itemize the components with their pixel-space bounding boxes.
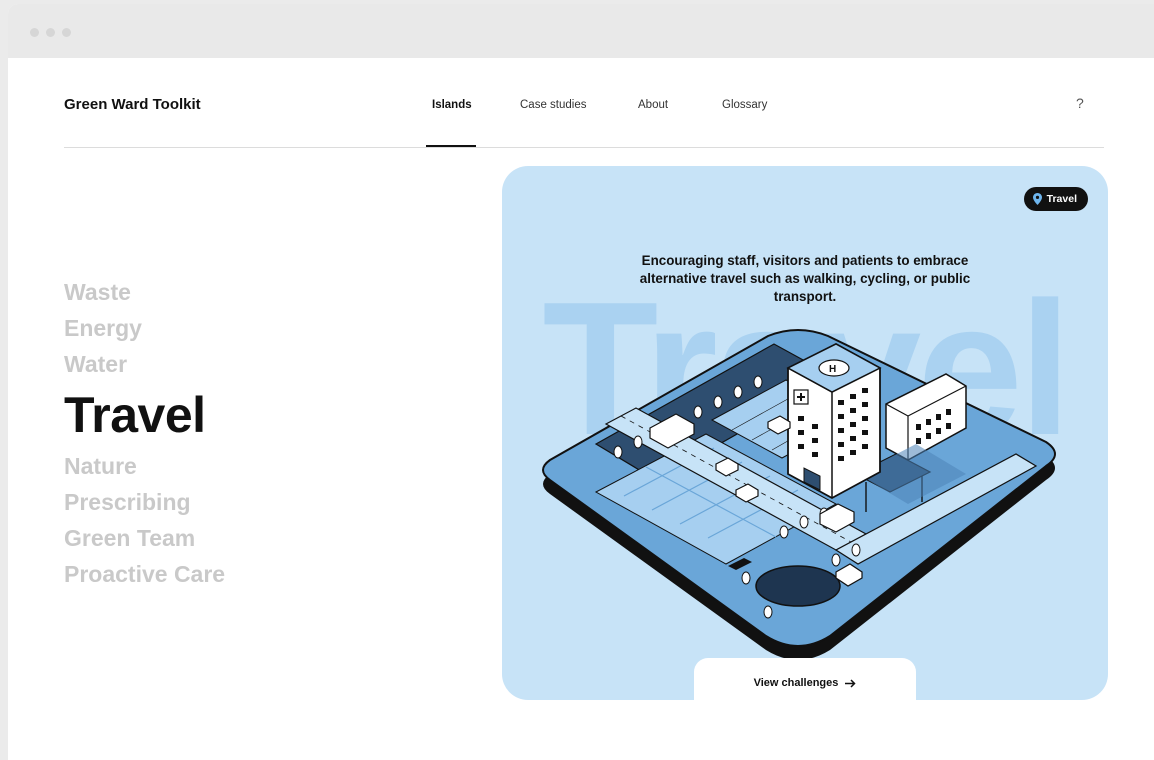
island-prescribing[interactable]: Prescribing [64,484,225,520]
island-water[interactable]: Water [64,346,225,382]
pond [755,565,841,607]
window-zoom-dot[interactable] [62,28,71,37]
location-pin-icon [1032,193,1042,205]
cta-label: View challenges [753,677,839,689]
island-waste[interactable]: Waste [64,274,225,310]
browser-titlebar [8,4,1154,58]
island-list: Waste Energy Water Travel Nature Prescri… [64,274,225,592]
nav-item-case-studies[interactable]: Case studies [520,99,586,111]
island-nature[interactable]: Nature [64,448,225,484]
svg-text:H: H [829,364,836,375]
nav-item-about[interactable]: About [638,99,668,111]
nav-item-islands[interactable]: Islands [432,99,472,111]
island-description: Encouraging staff, visitors and patients… [639,253,971,304]
badge-label: Travel [1046,193,1077,205]
view-challenges-button[interactable]: View challenges [694,658,916,700]
help-button[interactable]: ? [1076,95,1084,111]
hospital-building: H [786,342,882,500]
nav-item-glossary[interactable]: Glossary [722,99,767,111]
header-divider [64,147,1104,148]
browser-window: Green Ward Toolkit Islands Case studies … [8,4,1154,760]
island-badge: Travel [1023,187,1088,211]
isometric-island-illustration: H [542,329,1056,659]
island-card: Travel Travel Encouraging staff, visitor… [502,166,1108,700]
window-minimize-dot[interactable] [46,28,55,37]
arrow-right-icon [845,678,856,688]
island-energy[interactable]: Energy [64,310,225,346]
window-close-dot[interactable] [30,28,39,37]
island-green-team[interactable]: Green Team [64,520,225,556]
island-travel-active[interactable]: Travel [64,380,225,450]
site-title[interactable]: Green Ward Toolkit [64,96,201,113]
island-proactive-care[interactable]: Proactive Care [64,556,225,592]
